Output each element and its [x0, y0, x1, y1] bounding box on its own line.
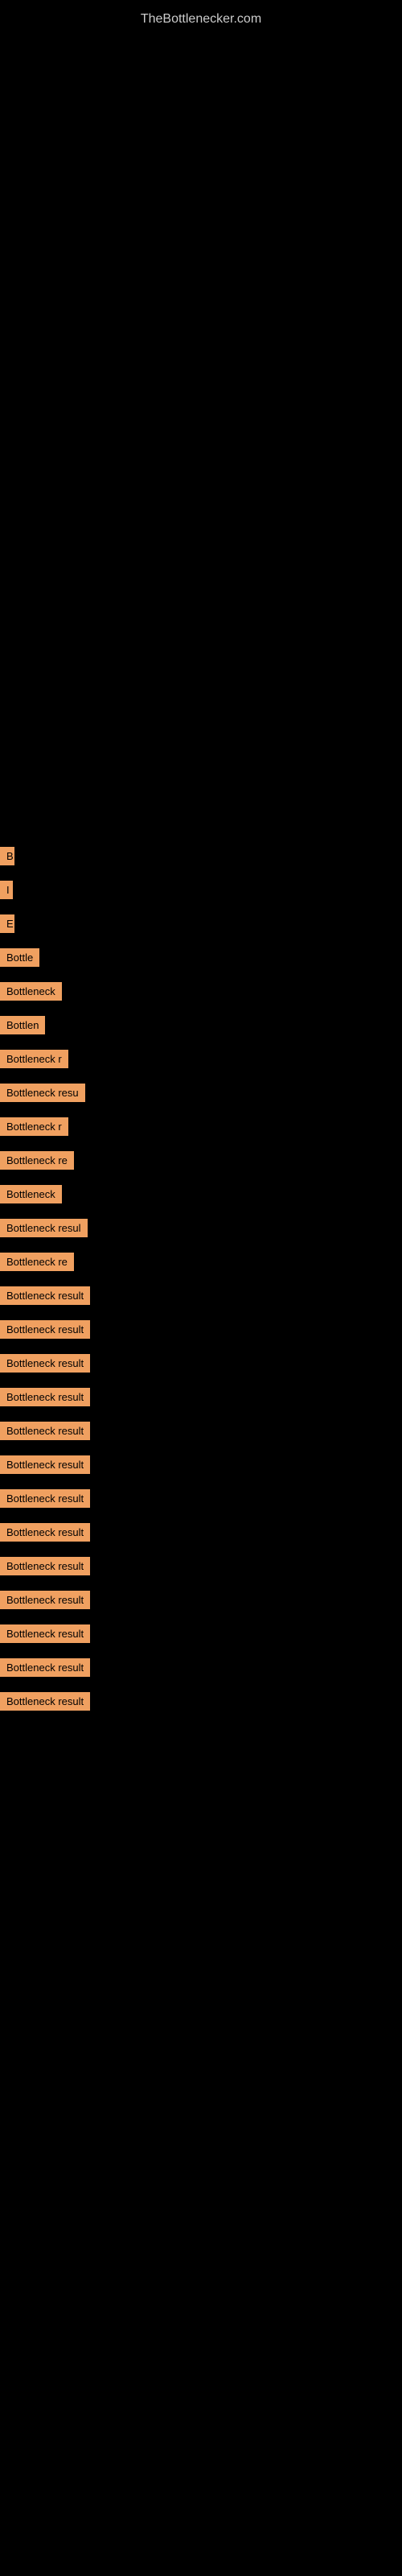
bottleneck-result-label[interactable]: E: [0, 914, 14, 933]
list-item: Bottleneck result: [0, 1386, 402, 1412]
site-title: TheBottlenecker.com: [0, 4, 402, 35]
list-item: Bottleneck result: [0, 1454, 402, 1480]
bottleneck-result-label[interactable]: Bottlen: [0, 1016, 45, 1034]
list-item: Bottlen: [0, 1014, 402, 1040]
bottleneck-result-label[interactable]: Bottle: [0, 948, 39, 967]
list-item: Bottleneck r: [0, 1048, 402, 1074]
bottleneck-list: BIE Bottle Bottleneck Bottlen Bottleneck r Bo…: [0, 845, 402, 1724]
bottleneck-result-label[interactable]: Bottleneck: [0, 982, 62, 1001]
bottleneck-result-label[interactable]: Bottleneck re: [0, 1253, 74, 1271]
list-item: Bottleneck result: [0, 1285, 402, 1311]
list-item: Bottleneck result: [0, 1657, 402, 1682]
bottleneck-result-label[interactable]: Bottleneck result: [0, 1489, 90, 1508]
list-item: Bottleneck re: [0, 1251, 402, 1277]
bottleneck-result-label[interactable]: Bottleneck result: [0, 1692, 90, 1711]
list-item: Bottleneck result: [0, 1555, 402, 1581]
list-item: Bottleneck result: [0, 1521, 402, 1547]
bottleneck-result-label[interactable]: Bottleneck r: [0, 1050, 68, 1068]
bottleneck-result-label[interactable]: Bottleneck: [0, 1185, 62, 1203]
bottleneck-result-label[interactable]: Bottleneck result: [0, 1658, 90, 1677]
bottleneck-result-label[interactable]: B: [0, 847, 14, 865]
list-item: Bottleneck result: [0, 1420, 402, 1446]
bottleneck-result-label[interactable]: Bottleneck re: [0, 1151, 74, 1170]
bottleneck-result-label[interactable]: Bottleneck result: [0, 1455, 90, 1474]
list-item: Bottleneck result: [0, 1690, 402, 1716]
list-item: Bottleneck result: [0, 1589, 402, 1615]
bottleneck-result-label[interactable]: Bottleneck result: [0, 1320, 90, 1339]
bottleneck-result-label[interactable]: Bottleneck result: [0, 1388, 90, 1406]
bottleneck-result-label[interactable]: Bottleneck result: [0, 1422, 90, 1440]
bottleneck-result-label[interactable]: Bottleneck resu: [0, 1084, 85, 1102]
list-item: Bottleneck re: [0, 1150, 402, 1175]
list-item: Bottle: [0, 947, 402, 972]
bottleneck-result-label[interactable]: Bottleneck result: [0, 1523, 90, 1542]
list-item: Bottleneck result: [0, 1623, 402, 1649]
bottleneck-result-label[interactable]: Bottleneck result: [0, 1354, 90, 1373]
list-item: B: [0, 845, 402, 871]
bottleneck-result-label[interactable]: I: [0, 881, 13, 899]
list-item: Bottleneck resul: [0, 1217, 402, 1243]
list-item: Bottleneck result: [0, 1352, 402, 1378]
list-item: Bottleneck: [0, 1183, 402, 1209]
list-item: Bottleneck r: [0, 1116, 402, 1141]
list-item: Bottleneck: [0, 980, 402, 1006]
list-item: I: [0, 879, 402, 905]
list-item: E: [0, 913, 402, 939]
bottleneck-result-label[interactable]: Bottleneck result: [0, 1624, 90, 1643]
bottleneck-result-label[interactable]: Bottleneck resul: [0, 1219, 88, 1237]
list-item: Bottleneck resu: [0, 1082, 402, 1108]
list-item: Bottleneck result: [0, 1488, 402, 1513]
list-item: Bottleneck result: [0, 1319, 402, 1344]
bottleneck-result-label[interactable]: Bottleneck r: [0, 1117, 68, 1136]
bottleneck-result-label[interactable]: Bottleneck result: [0, 1286, 90, 1305]
bottleneck-result-label[interactable]: Bottleneck result: [0, 1591, 90, 1609]
bottleneck-result-label[interactable]: Bottleneck result: [0, 1557, 90, 1575]
